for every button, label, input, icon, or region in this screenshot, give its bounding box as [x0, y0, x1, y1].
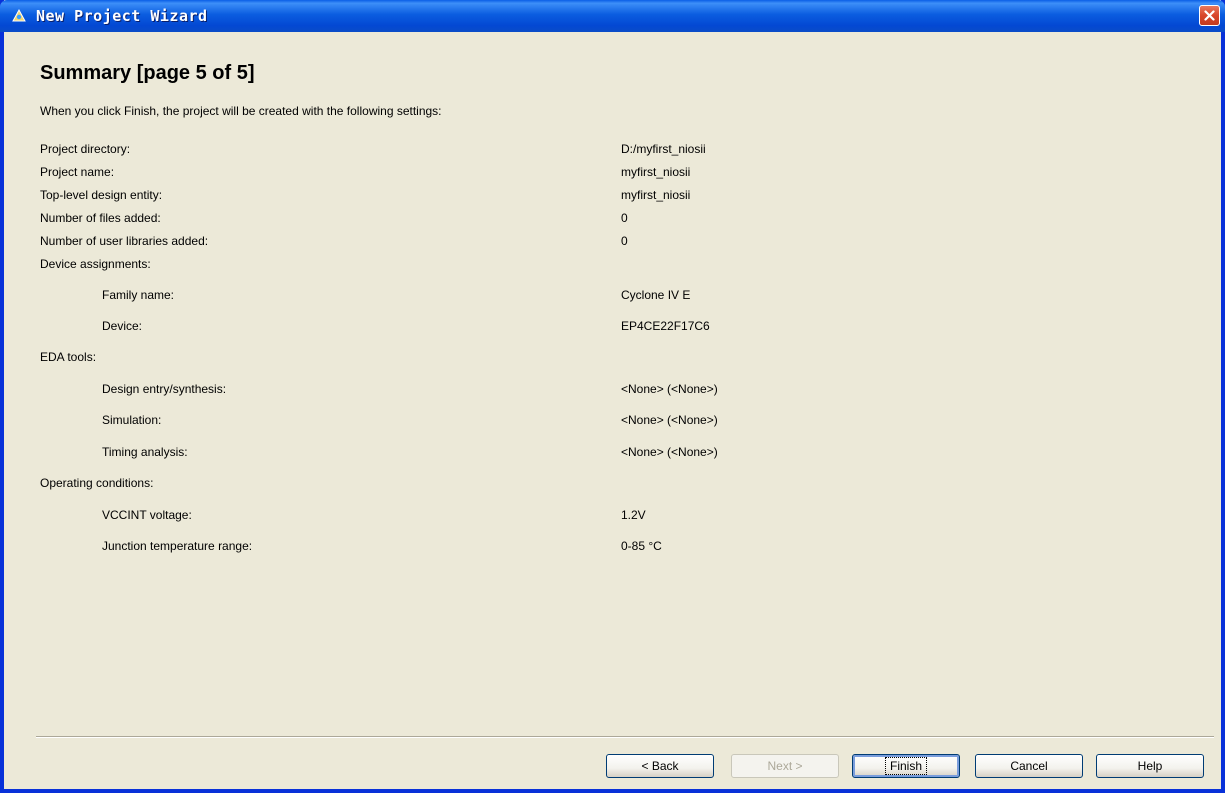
setting-label: VCCINT voltage: [102, 508, 192, 522]
setting-label: Junction temperature range: [102, 539, 253, 553]
setting-label: Top-level design entity: [40, 188, 163, 202]
setting-row: EDA tools: [4, 350, 1221, 368]
setting-label: Number of files added: [40, 211, 161, 225]
setting-value: D:/myfirst_niosii [621, 142, 706, 156]
setting-row: Top-level design entity: myfirst_niosii [4, 188, 1221, 206]
back-button[interactable]: < Back [606, 754, 714, 778]
cancel-button[interactable]: Cancel [975, 754, 1083, 778]
intro-text: When you click Finish, the project will … [40, 104, 442, 118]
setting-value: myfirst_niosii [621, 188, 691, 202]
setting-value: 0 [621, 234, 628, 248]
setting-row: Operating conditions: [4, 476, 1221, 494]
cancel-button-label: Cancel [1010, 759, 1048, 773]
setting-label: Timing analysis: [102, 445, 188, 459]
setting-label: EDA tools: [40, 350, 97, 364]
wizard-window: New Project Wizard Summary [page 5 of 5]… [0, 0, 1225, 793]
setting-value: EP4CE22F17C6 [621, 319, 710, 333]
setting-value: myfirst_niosii [621, 165, 691, 179]
setting-value: 0-85 °C [621, 539, 662, 553]
close-button[interactable] [1199, 5, 1220, 26]
setting-value: 1.2V [621, 508, 646, 522]
wizard-content: Summary [page 5 of 5] When you click Fin… [4, 32, 1221, 789]
setting-label: Operating conditions: [40, 476, 154, 490]
finish-button[interactable]: Finish [852, 754, 960, 778]
wizard-app-icon [10, 7, 28, 25]
setting-row: Junction temperature range: 0-85 °C [4, 539, 1221, 557]
setting-label: Family name: [102, 288, 175, 302]
setting-value: 0 [621, 211, 628, 225]
setting-row: Device assignments: [4, 257, 1221, 275]
back-button-label: < Back [641, 759, 679, 773]
setting-row: Timing analysis: <None> (<None>) [4, 445, 1221, 463]
setting-label: Project directory: [40, 142, 131, 156]
next-button-label: Next > [767, 759, 803, 773]
setting-row: Number of files added: 0 [4, 211, 1221, 229]
setting-row: Number of user libraries added: 0 [4, 234, 1221, 252]
setting-row: Project directory: D:/myfirst_niosii [4, 142, 1221, 160]
setting-row: VCCINT voltage: 1.2V [4, 508, 1221, 526]
setting-label: Simulation: [102, 413, 162, 427]
button-separator [36, 736, 1214, 738]
page-title: Summary [page 5 of 5] [40, 62, 255, 84]
next-button[interactable]: Next > [731, 754, 839, 778]
setting-label: Design entry/synthesis: [102, 382, 227, 396]
title-bar[interactable]: New Project Wizard [0, 0, 1225, 32]
close-icon [1204, 6, 1215, 25]
setting-value: <None> (<None>) [621, 445, 718, 459]
help-button-label: Help [1137, 759, 1163, 773]
setting-row: Design entry/synthesis: <None> (<None>) [4, 382, 1221, 400]
setting-row: Project name: myfirst_niosii [4, 165, 1221, 183]
setting-value: <None> (<None>) [621, 413, 718, 427]
setting-label: Device assignments: [40, 257, 151, 271]
window-title: New Project Wizard [36, 7, 208, 25]
setting-label: Device: [102, 319, 143, 333]
setting-row: Family name: Cyclone IV E [4, 288, 1221, 306]
setting-label: Project name: [40, 165, 115, 179]
setting-row: Device: EP4CE22F17C6 [4, 319, 1221, 337]
finish-button-label: Finish [884, 757, 928, 775]
help-button[interactable]: Help [1096, 754, 1204, 778]
setting-label: Number of user libraries added: [40, 234, 209, 248]
setting-row: Simulation: <None> (<None>) [4, 413, 1221, 431]
setting-value: Cyclone IV E [621, 288, 691, 302]
setting-value: <None> (<None>) [621, 382, 718, 396]
